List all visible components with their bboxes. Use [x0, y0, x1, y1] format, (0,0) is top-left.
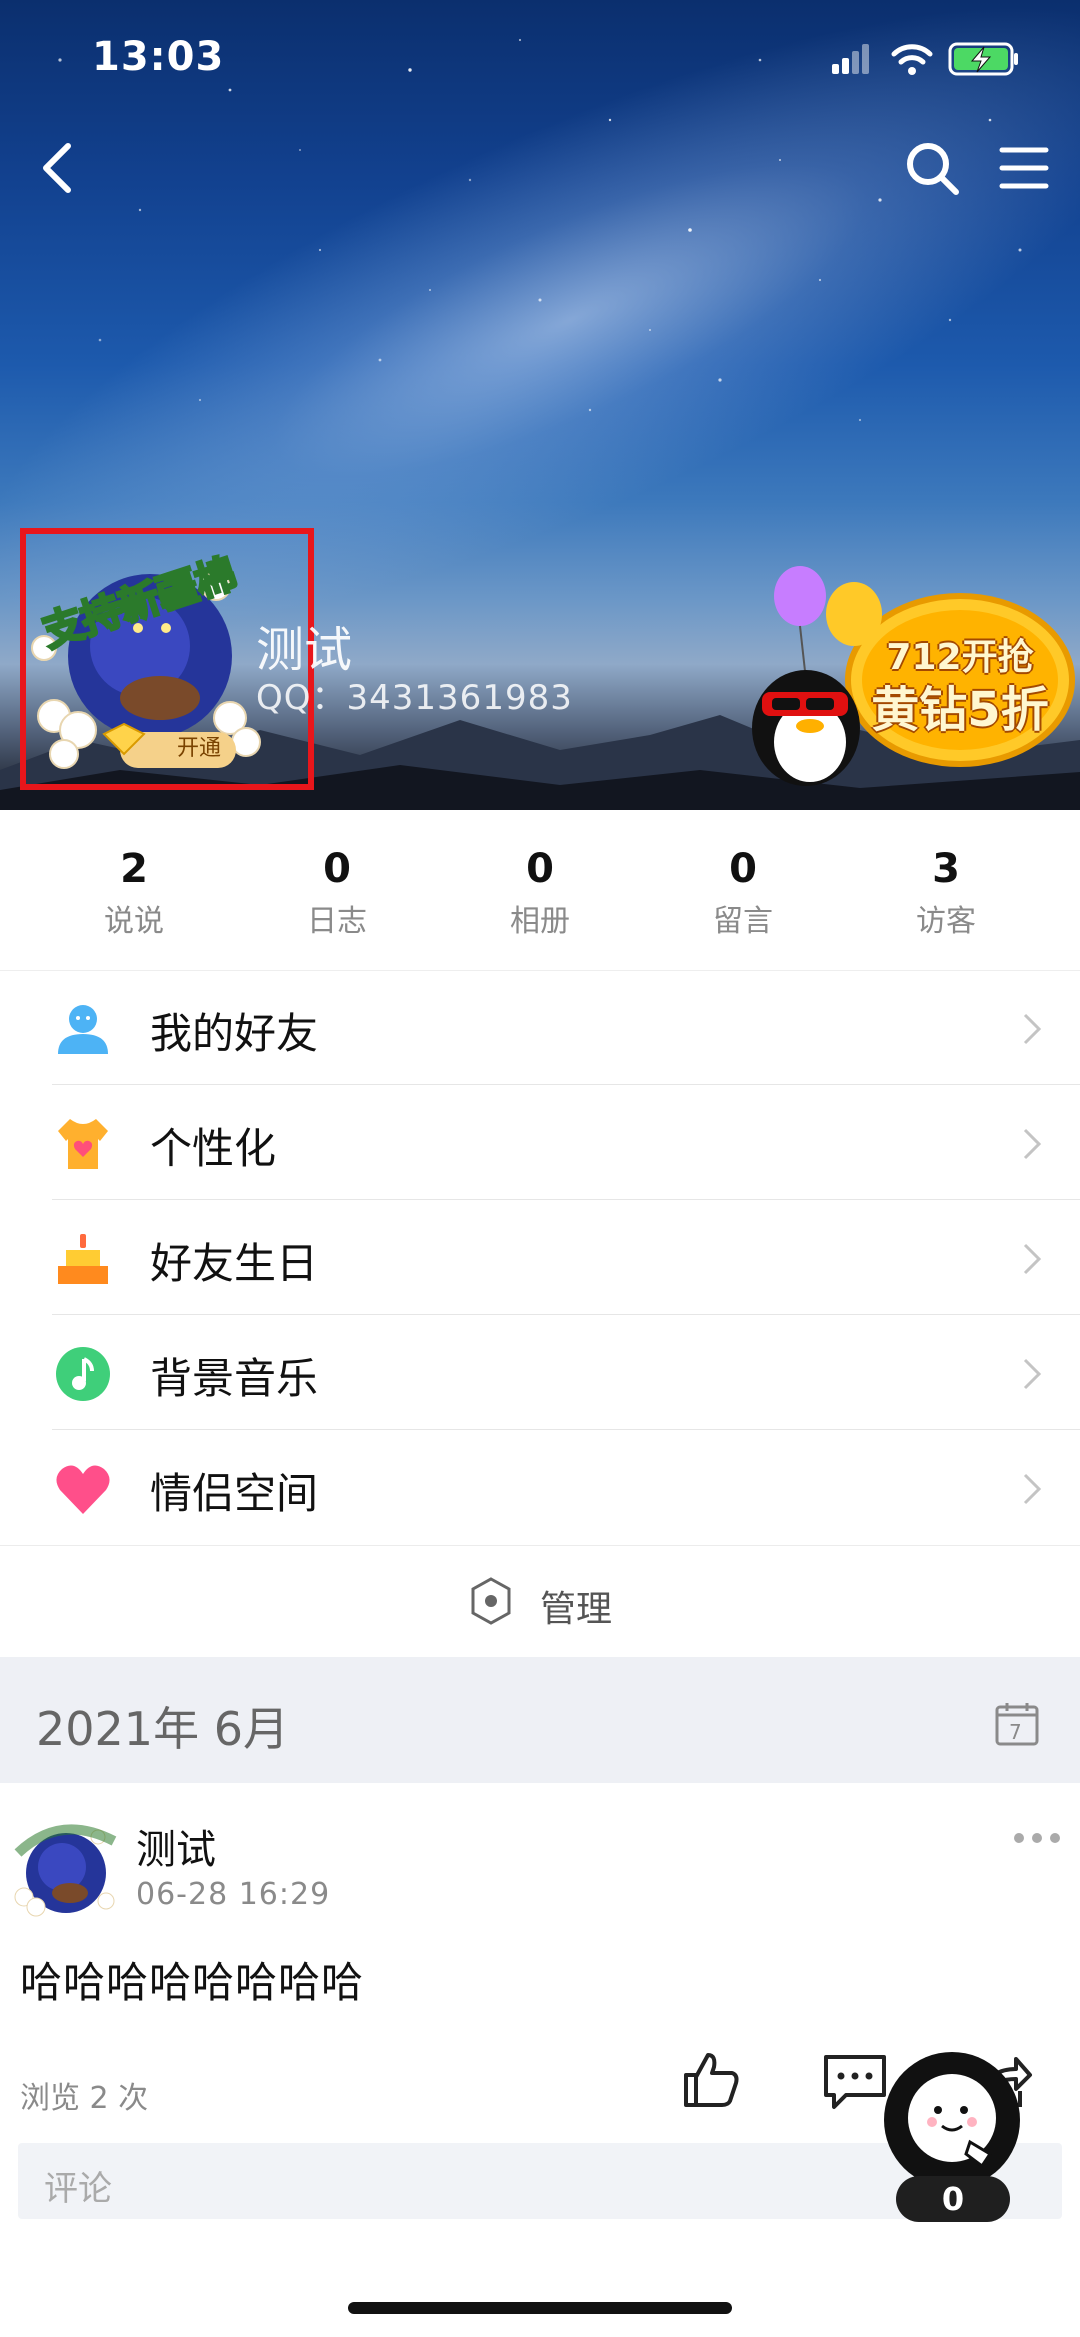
post-views: 浏览 2 次 — [20, 2081, 149, 2116]
search-icon[interactable] — [902, 138, 962, 198]
post-text: 哈哈哈哈哈哈哈哈 — [20, 1958, 365, 2007]
month-header: 2021年 6月 7 — [0, 1657, 1080, 1783]
stat-label: 相册 — [510, 904, 570, 939]
stat-blog[interactable]: 0 日志 — [267, 846, 407, 940]
stat-visitors[interactable]: 3 访客 — [876, 846, 1016, 940]
signal-icon — [832, 44, 869, 74]
battery-icon — [948, 42, 1018, 76]
menu-item-couple-space[interactable]: 情侣空间 — [0, 1430, 1080, 1545]
manage-label: 管理 — [540, 1589, 613, 1630]
music-note-icon — [56, 1347, 110, 1401]
stat-number: 0 — [323, 846, 351, 892]
menu-item-birthday[interactable]: 好友生日 — [0, 1200, 1080, 1315]
menu-item-label: 情侣空间 — [150, 1469, 319, 1518]
menu-icon[interactable] — [996, 140, 1052, 196]
promo-line-2: 黄钻5折 — [871, 682, 1049, 738]
menu-item-label: 背景音乐 — [150, 1354, 319, 1403]
back-arrow-icon[interactable] — [30, 138, 90, 198]
chevron-right-icon — [1023, 1013, 1042, 1045]
stat-album[interactable]: 0 相册 — [470, 846, 610, 940]
stat-label: 日志 — [307, 904, 367, 939]
birthday-cake-icon — [58, 1234, 108, 1284]
post-avatar[interactable] — [10, 1813, 122, 1925]
status-time: 13:03 — [92, 34, 225, 80]
stat-label: 说说 — [104, 904, 164, 939]
stat-number: 0 — [526, 846, 554, 892]
svg-text:7: 7 — [1009, 1720, 1022, 1744]
more-options-icon[interactable] — [1012, 1831, 1062, 1845]
comment-placeholder: 评论 — [44, 2169, 112, 2209]
stat-message[interactable]: 0 留言 — [673, 846, 813, 940]
calendar-icon[interactable]: 7 — [994, 1701, 1040, 1747]
chevron-right-icon — [1023, 1473, 1042, 1505]
assistant-count: 0 — [896, 2176, 1010, 2222]
friend-icon — [58, 1005, 108, 1054]
menu-item-music[interactable]: 背景音乐 — [0, 1315, 1080, 1430]
stat-number: 0 — [729, 846, 757, 892]
like-icon[interactable] — [680, 2049, 740, 2109]
menu-item-label: 好友生日 — [150, 1239, 319, 1288]
floating-assistant[interactable]: 0 — [882, 2050, 1022, 2226]
post-author[interactable]: 测试 — [136, 1817, 216, 1875]
menu-item-friends[interactable]: 我的好友 — [0, 970, 1080, 1085]
cover-photo[interactable]: 13:03 支持新疆棉 开通 测试 QQ：3431361983 712开抢 黄钻… — [0, 0, 1080, 810]
wifi-icon — [891, 44, 933, 75]
stat-label: 访客 — [916, 904, 976, 939]
assistant-face-icon — [884, 2052, 1020, 2188]
manage-button[interactable]: 管理 — [0, 1545, 1080, 1656]
chevron-right-icon — [1023, 1243, 1042, 1275]
manage-content: 管理 — [468, 1576, 612, 1630]
comment-icon[interactable] — [822, 2051, 888, 2111]
menu-item-personalize[interactable]: 个性化 — [0, 1085, 1080, 1200]
menu-item-label: 我的好友 — [150, 1009, 319, 1058]
hexagon-settings-icon — [471, 1577, 511, 1625]
stats-bar: 2 说说 0 日志 0 相册 0 留言 3 访客 — [0, 810, 1080, 971]
status-icons — [832, 42, 1018, 76]
chevron-right-icon — [1023, 1128, 1042, 1160]
post-time: 06-28 16:29 — [136, 1877, 331, 1912]
home-indicator — [348, 2302, 732, 2314]
feature-menu: 我的好友 个性化 好友生日 背景音乐 情侣空间 — [0, 970, 1080, 1545]
stat-number: 2 — [120, 846, 148, 892]
status-bar: 13:03 — [0, 0, 1080, 120]
promo-banner[interactable]: 712开抢 黄钻5折 — [736, 560, 1076, 792]
stat-shuoshuo[interactable]: 2 说说 — [64, 846, 204, 940]
stat-label: 留言 — [713, 904, 773, 939]
month-label: 2021年 6月 — [36, 1702, 289, 1756]
tshirt-icon — [58, 1119, 108, 1169]
chevron-right-icon — [1023, 1358, 1042, 1390]
menu-item-label: 个性化 — [150, 1124, 277, 1173]
heart-icon — [56, 1465, 110, 1514]
profile-qq-number: QQ：3431361983 — [256, 678, 573, 718]
stat-number: 3 — [932, 846, 960, 892]
